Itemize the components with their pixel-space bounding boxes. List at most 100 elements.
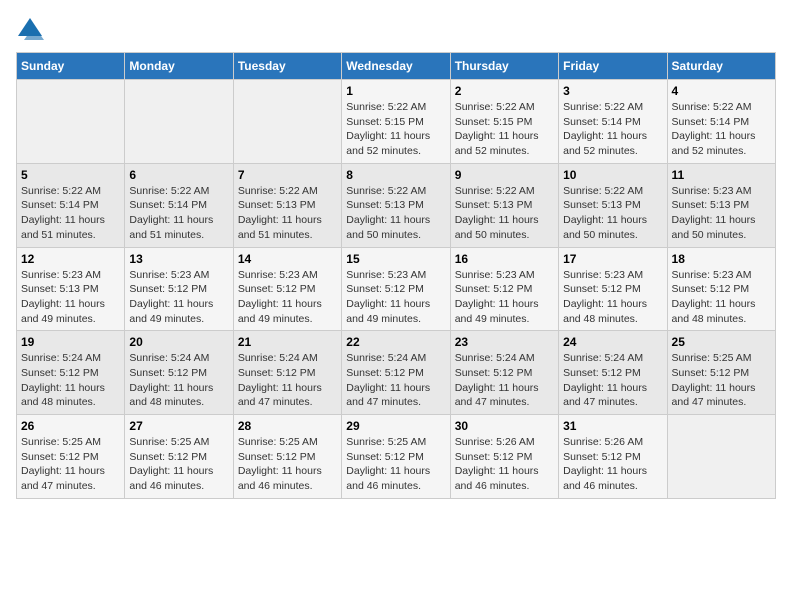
day-info: Sunrise: 5:23 AM Sunset: 5:13 PM Dayligh… <box>672 184 771 243</box>
day-info: Sunrise: 5:22 AM Sunset: 5:14 PM Dayligh… <box>129 184 228 243</box>
day-info: Sunrise: 5:25 AM Sunset: 5:12 PM Dayligh… <box>129 435 228 494</box>
day-number: 11 <box>672 168 771 182</box>
day-number: 30 <box>455 419 554 433</box>
calendar-cell: 20 Sunrise: 5:24 AM Sunset: 5:12 PM Dayli… <box>125 331 233 415</box>
day-number: 2 <box>455 84 554 98</box>
header-wednesday: Wednesday <box>342 53 450 80</box>
day-number: 10 <box>563 168 662 182</box>
day-number: 17 <box>563 252 662 266</box>
day-number: 9 <box>455 168 554 182</box>
calendar-cell: 10 Sunrise: 5:22 AM Sunset: 5:13 PM Dayli… <box>559 163 667 247</box>
day-info: Sunrise: 5:22 AM Sunset: 5:13 PM Dayligh… <box>238 184 337 243</box>
day-info: Sunrise: 5:22 AM Sunset: 5:14 PM Dayligh… <box>563 100 662 159</box>
calendar-cell: 25 Sunrise: 5:25 AM Sunset: 5:12 PM Dayli… <box>667 331 775 415</box>
day-number: 22 <box>346 335 445 349</box>
page-header <box>16 16 776 44</box>
day-number: 15 <box>346 252 445 266</box>
day-number: 24 <box>563 335 662 349</box>
calendar-cell: 5 Sunrise: 5:22 AM Sunset: 5:14 PM Daylig… <box>17 163 125 247</box>
day-info: Sunrise: 5:25 AM Sunset: 5:12 PM Dayligh… <box>21 435 120 494</box>
day-info: Sunrise: 5:26 AM Sunset: 5:12 PM Dayligh… <box>455 435 554 494</box>
day-info: Sunrise: 5:26 AM Sunset: 5:12 PM Dayligh… <box>563 435 662 494</box>
calendar-week-5: 26 Sunrise: 5:25 AM Sunset: 5:12 PM Dayli… <box>17 415 776 499</box>
day-info: Sunrise: 5:23 AM Sunset: 5:12 PM Dayligh… <box>129 268 228 327</box>
day-info: Sunrise: 5:25 AM Sunset: 5:12 PM Dayligh… <box>346 435 445 494</box>
day-number: 21 <box>238 335 337 349</box>
day-info: Sunrise: 5:23 AM Sunset: 5:13 PM Dayligh… <box>21 268 120 327</box>
day-number: 31 <box>563 419 662 433</box>
calendar-cell: 1Sunrise: 5:22 AM Sunset: 5:15 PM Daylig… <box>342 80 450 164</box>
day-number: 23 <box>455 335 554 349</box>
calendar-cell: 4Sunrise: 5:22 AM Sunset: 5:14 PM Daylig… <box>667 80 775 164</box>
header-friday: Friday <box>559 53 667 80</box>
day-number: 4 <box>672 84 771 98</box>
calendar-cell <box>125 80 233 164</box>
calendar-cell <box>233 80 341 164</box>
day-number: 27 <box>129 419 228 433</box>
day-info: Sunrise: 5:23 AM Sunset: 5:12 PM Dayligh… <box>238 268 337 327</box>
day-number: 26 <box>21 419 120 433</box>
calendar-cell: 12 Sunrise: 5:23 AM Sunset: 5:13 PM Dayli… <box>17 247 125 331</box>
day-info: Sunrise: 5:22 AM Sunset: 5:13 PM Dayligh… <box>346 184 445 243</box>
day-number: 6 <box>129 168 228 182</box>
calendar-cell: 26 Sunrise: 5:25 AM Sunset: 5:12 PM Dayli… <box>17 415 125 499</box>
calendar-cell: 18 Sunrise: 5:23 AM Sunset: 5:12 PM Dayli… <box>667 247 775 331</box>
calendar-cell: 8 Sunrise: 5:22 AM Sunset: 5:13 PM Daylig… <box>342 163 450 247</box>
day-info: Sunrise: 5:22 AM Sunset: 5:14 PM Dayligh… <box>21 184 120 243</box>
day-info: Sunrise: 5:24 AM Sunset: 5:12 PM Dayligh… <box>455 351 554 410</box>
calendar-week-1: 1 Sunrise: 5:22 AM Sunset: 5:15 PM Daylig… <box>17 80 776 164</box>
calendar-cell: 23 Sunrise: 5:24 AM Sunset: 5:12 PM Dayli… <box>450 331 558 415</box>
days-header-row: SundayMondayTuesdayWednesdayThursdayFrid… <box>17 53 776 80</box>
day-number: 1 <box>346 84 445 98</box>
calendar-cell: 9Sunrise: 5:22 AM Sunset: 5:13 PM Daylig… <box>450 163 558 247</box>
calendar-cell: 16Sunrise: 5:23 AM Sunset: 5:12 PM Dayli… <box>450 247 558 331</box>
header-monday: Monday <box>125 53 233 80</box>
calendar-cell: 21 Sunrise: 5:24 AM Sunset: 5:12 PM Dayli… <box>233 331 341 415</box>
day-number: 20 <box>129 335 228 349</box>
day-info: Sunrise: 5:24 AM Sunset: 5:12 PM Dayligh… <box>346 351 445 410</box>
day-number: 13 <box>129 252 228 266</box>
day-number: 18 <box>672 252 771 266</box>
calendar-cell: 19 Sunrise: 5:24 AM Sunset: 5:12 PM Dayli… <box>17 331 125 415</box>
day-number: 8 <box>346 168 445 182</box>
day-number: 12 <box>21 252 120 266</box>
calendar-cell: 22 Sunrise: 5:24 AM Sunset: 5:12 PM Dayli… <box>342 331 450 415</box>
calendar-cell: 27 Sunrise: 5:25 AM Sunset: 5:12 PM Dayli… <box>125 415 233 499</box>
logo <box>16 16 48 44</box>
day-number: 19 <box>21 335 120 349</box>
calendar-table: SundayMondayTuesdayWednesdayThursdayFrid… <box>16 52 776 499</box>
day-info: Sunrise: 5:24 AM Sunset: 5:12 PM Dayligh… <box>21 351 120 410</box>
calendar-cell <box>667 415 775 499</box>
day-info: Sunrise: 5:23 AM Sunset: 5:12 PM Dayligh… <box>563 268 662 327</box>
day-info: Sunrise: 5:25 AM Sunset: 5:12 PM Dayligh… <box>672 351 771 410</box>
calendar-cell: 2 Sunrise: 5:22 AM Sunset: 5:15 PM Daylig… <box>450 80 558 164</box>
calendar-cell: 11 Sunrise: 5:23 AM Sunset: 5:13 PM Dayli… <box>667 163 775 247</box>
day-info: Sunrise: 5:22 AM Sunset: 5:15 PM Dayligh… <box>455 100 554 159</box>
calendar-week-2: 5 Sunrise: 5:22 AM Sunset: 5:14 PM Daylig… <box>17 163 776 247</box>
day-number: 14 <box>238 252 337 266</box>
day-info: Sunrise: 5:23 AM Sunset: 5:12 PM Dayligh… <box>672 268 771 327</box>
header-tuesday: Tuesday <box>233 53 341 80</box>
day-info: Sunrise: 5:24 AM Sunset: 5:12 PM Dayligh… <box>129 351 228 410</box>
day-number: 7 <box>238 168 337 182</box>
day-number: 28 <box>238 419 337 433</box>
day-info: Sunrise: 5:23 AM Sunset: 5:12 PM Dayligh… <box>346 268 445 327</box>
calendar-cell: 31 Sunrise: 5:26 AM Sunset: 5:12 PM Dayli… <box>559 415 667 499</box>
day-number: 25 <box>672 335 771 349</box>
calendar-cell: 13 Sunrise: 5:23 AM Sunset: 5:12 PM Dayli… <box>125 247 233 331</box>
day-number: 3 <box>563 84 662 98</box>
header-sunday: Sunday <box>17 53 125 80</box>
calendar-cell: 30 Sunrise: 5:26 AM Sunset: 5:12 PM Dayli… <box>450 415 558 499</box>
day-number: 29 <box>346 419 445 433</box>
logo-icon <box>16 16 44 44</box>
day-info: Sunrise: 5:22 AM Sunset: 5:13 PM Dayligh… <box>563 184 662 243</box>
header-saturday: Saturday <box>667 53 775 80</box>
day-number: 5 <box>21 168 120 182</box>
calendar-cell <box>17 80 125 164</box>
day-info: Sunrise: 5:24 AM Sunset: 5:12 PM Dayligh… <box>563 351 662 410</box>
day-info: Sunrise: 5:25 AM Sunset: 5:12 PM Dayligh… <box>238 435 337 494</box>
day-info: Sunrise: 5:23 AM Sunset: 5:12 PM Dayligh… <box>455 268 554 327</box>
calendar-cell: 14 Sunrise: 5:23 AM Sunset: 5:12 PM Dayli… <box>233 247 341 331</box>
day-info: Sunrise: 5:24 AM Sunset: 5:12 PM Dayligh… <box>238 351 337 410</box>
calendar-cell: 24 Sunrise: 5:24 AM Sunset: 5:12 PM Dayli… <box>559 331 667 415</box>
